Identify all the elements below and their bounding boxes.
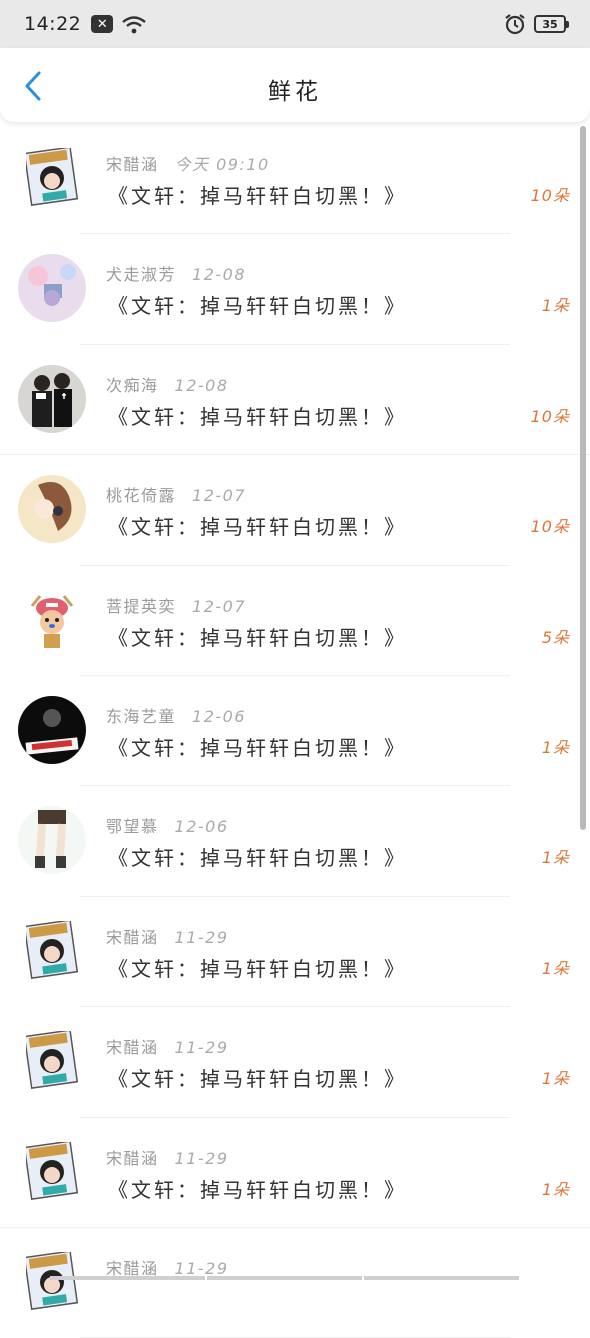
avatar[interactable] xyxy=(18,806,86,875)
user-name[interactable]: 鄂望慕 xyxy=(106,817,159,836)
user-name[interactable]: 菩提英奕 xyxy=(106,597,176,616)
user-name[interactable]: 宋醋涵 xyxy=(106,155,159,174)
flower-count: 1朵 xyxy=(541,848,570,868)
flower-count: 5朵 xyxy=(541,627,570,647)
avatar[interactable] xyxy=(26,1141,78,1200)
item-date: 12-06 xyxy=(192,706,247,726)
alarm-icon xyxy=(505,14,525,35)
item-meta: 宋醋涵 11-29 xyxy=(106,924,229,948)
user-name[interactable]: 次痴海 xyxy=(106,376,159,395)
avatar[interactable] xyxy=(18,475,86,544)
item-message: 《文轩：掉马轩轩白切黑！》 xyxy=(108,846,407,871)
item-date: 11-29 xyxy=(174,1038,229,1058)
item-message: 《文轩：掉马轩轩白切黑！》 xyxy=(108,294,407,319)
list-item[interactable]: 宋醋涵 11-29 《文轩：掉马轩轩白切黑！》 1朵 xyxy=(0,897,590,1008)
item-meta: 次痴海 12-08 xyxy=(106,372,229,396)
list-item[interactable]: 菩提英奕 12-07 《文轩：掉马轩轩白切黑！》 5朵 xyxy=(0,566,590,676)
flower-count: 10朵 xyxy=(530,186,570,205)
item-message: 《文轩：掉马轩轩白切黑！》 xyxy=(108,1177,407,1202)
user-name[interactable]: 宋醋涵 xyxy=(106,1149,159,1168)
avatar[interactable] xyxy=(18,364,86,433)
avatar[interactable] xyxy=(18,695,86,764)
item-meta: 桃花倚露 12-07 xyxy=(106,482,246,506)
item-date: 12-08 xyxy=(174,375,229,395)
bottom-strip xyxy=(0,1276,590,1280)
status-time: 14:22 xyxy=(24,13,82,35)
item-message: 《文轩：掉马轩轩白切黑！》 xyxy=(108,515,407,540)
status-right-group: 35 xyxy=(504,13,569,35)
notification-icon: ✕ xyxy=(91,15,114,33)
flower-count: 1朵 xyxy=(541,1069,570,1089)
flower-count: 10朵 xyxy=(530,406,570,426)
item-meta: 宋醋涵 11-29 xyxy=(106,1034,229,1058)
item-meta: 东海艺童 12-06 xyxy=(106,703,246,727)
flower-count: 1朵 xyxy=(541,296,570,316)
list-item[interactable]: 宋醋涵 11-29 xyxy=(0,1228,590,1338)
item-meta: 鄂望慕 12-06 xyxy=(106,813,229,837)
item-message: 《文轩：掉马轩轩白切黑！》 xyxy=(108,184,407,208)
avatar[interactable] xyxy=(18,254,86,323)
item-date: 12-06 xyxy=(174,817,229,837)
flower-count: 1朵 xyxy=(541,737,570,757)
avatar[interactable] xyxy=(26,148,78,206)
scrollbar[interactable] xyxy=(580,126,586,830)
user-name[interactable]: 东海艺童 xyxy=(106,707,176,726)
item-message: 《文轩：掉马轩轩白切黑！》 xyxy=(108,956,407,981)
flower-list: 宋醋涵 今天 09:10 《文轩：掉马轩轩白切黑！》 10朵 犬走淑芳 12-08 《文轩：… xyxy=(0,124,590,1338)
item-meta: 宋醋涵 今天 09:10 xyxy=(106,151,270,175)
list-item[interactable]: 次痴海 12-08 《文轩：掉马轩轩白切黑！》 10朵 xyxy=(0,345,590,456)
flower-count: 1朵 xyxy=(541,958,570,978)
item-meta: 犬走淑芳 12-08 xyxy=(106,261,246,285)
item-date: 12-08 xyxy=(192,265,247,285)
list-item[interactable]: 鄂望慕 12-06 《文轩：掉马轩轩白切黑！》 1朵 xyxy=(0,786,590,897)
list-item[interactable]: 东海艺童 12-06 《文轩：掉马轩轩白切黑！》 1朵 xyxy=(0,676,590,787)
title-bar: 鲜花 xyxy=(0,48,590,122)
flower-count: 1朵 xyxy=(541,1179,570,1199)
list-item[interactable]: 宋醋涵 今天 09:10 《文轩：掉马轩轩白切黑！》 10朵 xyxy=(0,124,590,235)
list-item[interactable]: 犬走淑芳 12-08 《文轩：掉马轩轩白切黑！》 1朵 xyxy=(0,234,590,345)
avatar[interactable] xyxy=(18,585,86,654)
list-item[interactable]: 宋醋涵 11-29 《文轩：掉马轩轩白切黑！》 1朵 xyxy=(0,1007,590,1118)
item-date: 11-29 xyxy=(174,1148,229,1168)
item-message: 《文轩：掉马轩轩白切黑！》 xyxy=(108,404,407,429)
wifi-icon xyxy=(122,16,147,34)
item-message: 《文轩：掉马轩轩白切黑！》 xyxy=(108,625,407,650)
avatar[interactable] xyxy=(26,1251,78,1310)
item-meta: 宋醋涵 11-29 xyxy=(106,1145,229,1169)
battery-icon: 35 xyxy=(534,15,569,33)
user-name[interactable]: 宋醋涵 xyxy=(106,1038,159,1057)
item-date: 今天 09:10 xyxy=(174,155,270,174)
item-date: 12-07 xyxy=(192,596,247,616)
list-item[interactable]: 宋醋涵 11-29 《文轩：掉马轩轩白切黑！》 1朵 xyxy=(0,1118,590,1228)
item-meta: 菩提英奕 12-07 xyxy=(106,593,246,617)
item-message: 《文轩：掉马轩轩白切黑！》 xyxy=(108,735,407,760)
item-date: 12-07 xyxy=(192,486,247,506)
user-name[interactable]: 犬走淑芳 xyxy=(106,265,176,284)
user-name[interactable]: 宋醋涵 xyxy=(106,928,159,947)
item-date: 11-29 xyxy=(174,927,229,947)
user-name[interactable]: 桃花倚露 xyxy=(106,486,176,505)
page-title: 鲜花 xyxy=(268,79,322,105)
avatar[interactable] xyxy=(26,1031,78,1090)
item-message: 《文轩：掉马轩轩白切黑！》 xyxy=(108,1067,407,1092)
avatar[interactable] xyxy=(26,920,78,979)
list-item[interactable]: 桃花倚露 12-07 《文轩：掉马轩轩白切黑！》 10朵 xyxy=(0,455,590,566)
status-bar: 14:22 ✕ 35 xyxy=(0,0,590,48)
flower-count: 10朵 xyxy=(530,517,570,537)
